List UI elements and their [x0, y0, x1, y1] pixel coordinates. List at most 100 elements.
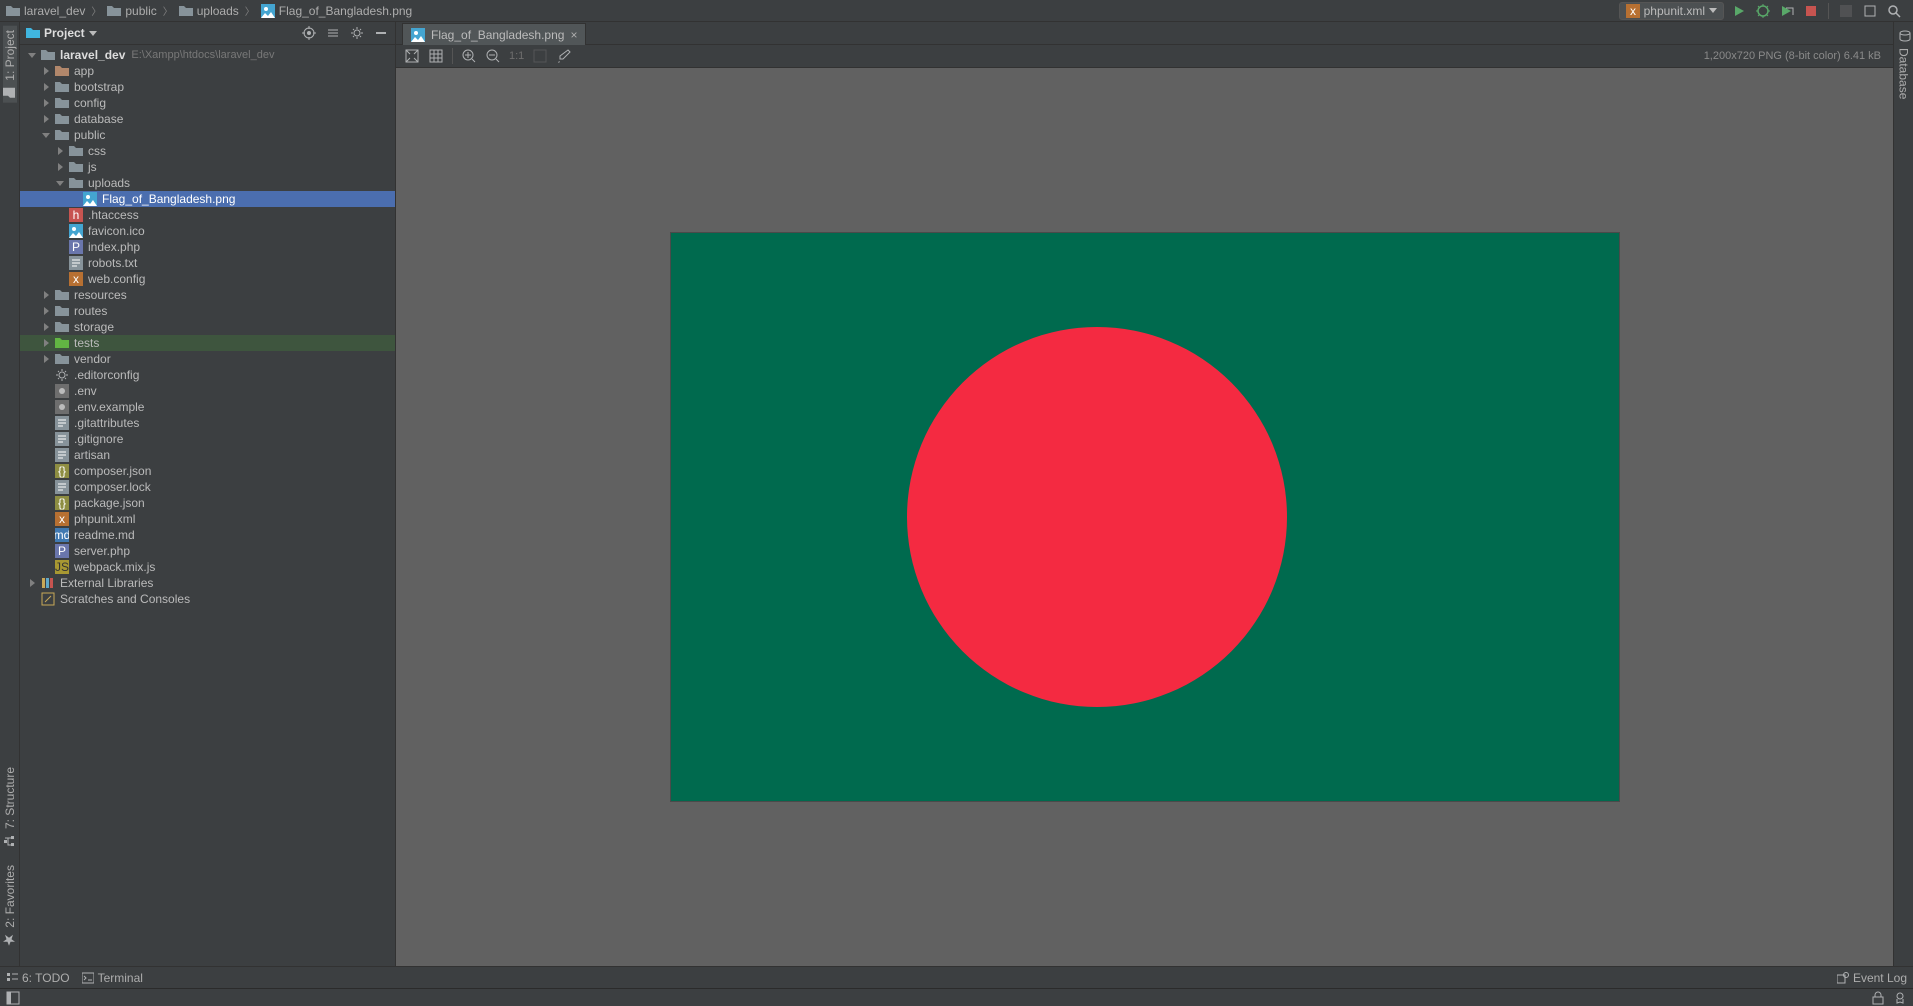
- git-button[interactable]: [1861, 2, 1879, 20]
- tree-row[interactable]: laravel_devE:\Xampp\htdocs\laravel_dev: [20, 47, 395, 63]
- tree-arrow-icon[interactable]: [38, 115, 54, 123]
- tree-arrow-icon[interactable]: [24, 579, 40, 587]
- tree-row[interactable]: database: [20, 111, 395, 127]
- run-button[interactable]: [1730, 2, 1748, 20]
- editor-tab[interactable]: Flag_of_Bangladesh.png ×: [402, 23, 586, 45]
- zoom-ratio-label: 1:1: [507, 50, 526, 62]
- tree-row[interactable]: public: [20, 127, 395, 143]
- bottom-tool-window-bar: 6: TODO Terminal Event Log: [0, 966, 1913, 988]
- stop-button[interactable]: [1802, 2, 1820, 20]
- tree-row[interactable]: Scratches and Consoles: [20, 591, 395, 607]
- tree-row[interactable]: storage: [20, 319, 395, 335]
- tree-row[interactable]: .editorconfig: [20, 367, 395, 383]
- tree-arrow-icon[interactable]: [38, 291, 54, 299]
- tree-row[interactable]: vendor: [20, 351, 395, 367]
- ide-lock-button[interactable]: [1871, 991, 1885, 1005]
- todo-tool-window-button[interactable]: 6: TODO: [6, 971, 70, 985]
- close-tab-button[interactable]: ×: [570, 29, 577, 41]
- tree-row[interactable]: mdreadme.md: [20, 527, 395, 543]
- database-tool-window-button[interactable]: Database: [1897, 26, 1911, 103]
- tree-row[interactable]: config: [20, 95, 395, 111]
- color-picker-button[interactable]: [554, 46, 574, 66]
- search-everywhere-button[interactable]: [1885, 2, 1903, 20]
- fit-to-window-button[interactable]: [402, 46, 422, 66]
- tree-row[interactable]: tests: [20, 335, 395, 351]
- chevron-right-icon: 〉: [91, 3, 101, 18]
- tree-row[interactable]: xphpunit.xml: [20, 511, 395, 527]
- tree-row[interactable]: JSwebpack.mix.js: [20, 559, 395, 575]
- tree-row[interactable]: .gitignore: [20, 431, 395, 447]
- chevron-right-icon: 〉: [245, 3, 255, 18]
- run-config-dropdown[interactable]: x phpunit.xml: [1619, 2, 1724, 20]
- tree-arrow-icon[interactable]: [38, 133, 54, 138]
- tree-node-label: artisan: [74, 448, 110, 462]
- tree-row[interactable]: composer.lock: [20, 479, 395, 495]
- tree-arrow-icon[interactable]: [52, 163, 68, 171]
- hide-button[interactable]: [373, 25, 389, 41]
- image-canvas[interactable]: [396, 68, 1893, 966]
- locate-button[interactable]: [301, 25, 317, 41]
- tree-row[interactable]: uploads: [20, 175, 395, 191]
- terminal-tool-window-button[interactable]: Terminal: [82, 971, 143, 985]
- event-log-button[interactable]: Event Log: [1837, 971, 1907, 985]
- collapse-all-button[interactable]: [325, 25, 341, 41]
- tree-row[interactable]: xweb.config: [20, 271, 395, 287]
- hector-indicator-button[interactable]: [1893, 991, 1907, 1005]
- project-tree[interactable]: laravel_devE:\Xampp\htdocs\laravel_devap…: [20, 45, 395, 966]
- background-toggle-button[interactable]: [530, 46, 550, 66]
- tree-node-label: .gitattributes: [74, 416, 139, 430]
- project-tool-window-button[interactable]: 1: Project: [3, 26, 17, 103]
- tree-row[interactable]: resources: [20, 287, 395, 303]
- folder-icon: [179, 5, 193, 17]
- tree-arrow-icon[interactable]: [38, 307, 54, 315]
- crumb-public[interactable]: public: [107, 4, 156, 18]
- crumb-root[interactable]: laravel_dev: [6, 4, 85, 18]
- tree-row[interactable]: .env.example: [20, 399, 395, 415]
- tree-arrow-icon[interactable]: [38, 339, 54, 347]
- tree-node-icon: [82, 191, 98, 207]
- tree-arrow-icon[interactable]: [52, 181, 68, 186]
- tree-row[interactable]: app: [20, 63, 395, 79]
- tree-row[interactable]: Flag_of_Bangladesh.png: [20, 191, 395, 207]
- project-icon: [26, 27, 40, 39]
- settings-button[interactable]: [349, 25, 365, 41]
- tree-row[interactable]: artisan: [20, 447, 395, 463]
- image-file-icon: [261, 4, 275, 18]
- tree-row[interactable]: robots.txt: [20, 255, 395, 271]
- tree-arrow-icon[interactable]: [38, 67, 54, 75]
- tree-row[interactable]: External Libraries: [20, 575, 395, 591]
- tree-arrow-icon[interactable]: [52, 147, 68, 155]
- tree-row[interactable]: Pserver.php: [20, 543, 395, 559]
- tree-arrow-icon[interactable]: [24, 53, 40, 58]
- structure-icon: [3, 833, 17, 847]
- tree-row[interactable]: js: [20, 159, 395, 175]
- tree-row[interactable]: Pindex.php: [20, 239, 395, 255]
- tree-row[interactable]: favicon.ico: [20, 223, 395, 239]
- tree-row[interactable]: css: [20, 143, 395, 159]
- tree-row[interactable]: .gitattributes: [20, 415, 395, 431]
- structure-tool-window-button[interactable]: 7: Structure: [3, 763, 17, 851]
- tree-arrow-icon[interactable]: [38, 323, 54, 331]
- crumb-uploads[interactable]: uploads: [179, 4, 239, 18]
- tree-arrow-icon[interactable]: [38, 355, 54, 363]
- grid-toggle-button[interactable]: [426, 46, 446, 66]
- tree-row[interactable]: bootstrap: [20, 79, 395, 95]
- tree-row[interactable]: {}package.json: [20, 495, 395, 511]
- debug-button[interactable]: [1754, 2, 1772, 20]
- zoom-out-button[interactable]: [483, 46, 503, 66]
- tree-node-icon: [54, 367, 70, 383]
- tree-node-icon: [68, 159, 84, 175]
- tool-windows-toggle-button[interactable]: [6, 991, 20, 1005]
- tree-row[interactable]: .env: [20, 383, 395, 399]
- tree-row[interactable]: routes: [20, 303, 395, 319]
- crumb-file[interactable]: Flag_of_Bangladesh.png: [261, 4, 412, 18]
- tab-label: Flag_of_Bangladesh.png: [431, 28, 564, 42]
- project-panel-title[interactable]: Project: [26, 26, 295, 40]
- zoom-in-button[interactable]: [459, 46, 479, 66]
- favorites-tool-window-button[interactable]: 2: Favorites: [3, 861, 17, 950]
- tree-row[interactable]: {}composer.json: [20, 463, 395, 479]
- tree-arrow-icon[interactable]: [38, 83, 54, 91]
- tree-row[interactable]: h.htaccess: [20, 207, 395, 223]
- tree-arrow-icon[interactable]: [38, 99, 54, 107]
- run-with-coverage-button[interactable]: [1778, 2, 1796, 20]
